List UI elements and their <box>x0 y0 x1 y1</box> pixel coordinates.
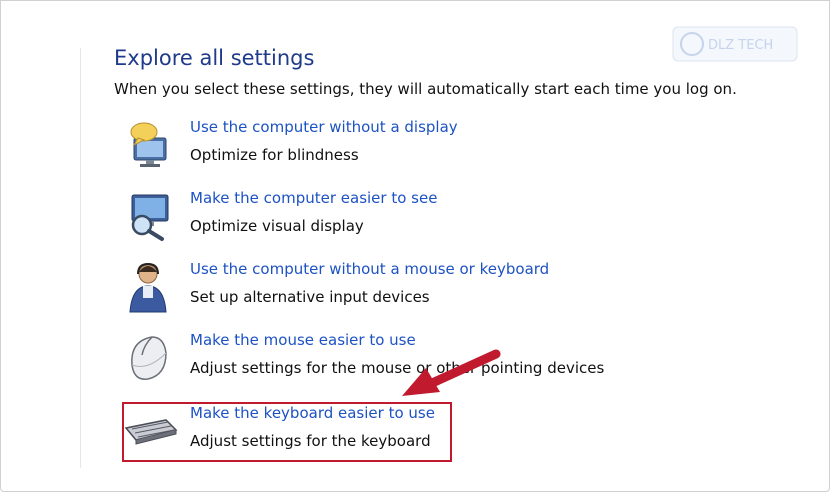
watermark-text: DLZ TECH <box>708 38 773 53</box>
setting-item-easier-to-see[interactable]: Make the computer easier to see Optimize… <box>122 189 682 249</box>
link-without-mouse-keyboard[interactable]: Use the computer without a mouse or keyb… <box>190 260 549 278</box>
setting-item-without-mouse-keyboard[interactable]: Use the computer without a mouse or keyb… <box>122 260 682 320</box>
highlight-box <box>122 402 452 462</box>
annotation-arrow-icon <box>402 349 501 396</box>
watermark-logo: DLZ TECH <box>672 26 798 62</box>
setting-item-without-display[interactable]: Use the computer without a display Optim… <box>122 118 682 178</box>
desc-optimize-visual: Optimize visual display <box>190 217 364 235</box>
panel-divider <box>80 48 81 468</box>
link-easier-to-see[interactable]: Make the computer easier to see <box>190 189 437 207</box>
link-mouse-easier[interactable]: Make the mouse easier to use <box>190 331 416 349</box>
link-use-without-display[interactable]: Use the computer without a display <box>190 118 458 136</box>
user-headset-icon <box>122 260 178 316</box>
section-title: Explore all settings <box>114 46 315 70</box>
desc-optimize-blindness: Optimize for blindness <box>190 146 359 164</box>
section-description: When you select these settings, they wil… <box>114 80 737 98</box>
desc-alternative-input: Set up alternative input devices <box>190 288 430 306</box>
mouse-icon <box>122 331 178 387</box>
magnifier-monitor-icon <box>122 189 178 245</box>
speech-bubble-monitor-icon <box>122 118 178 174</box>
